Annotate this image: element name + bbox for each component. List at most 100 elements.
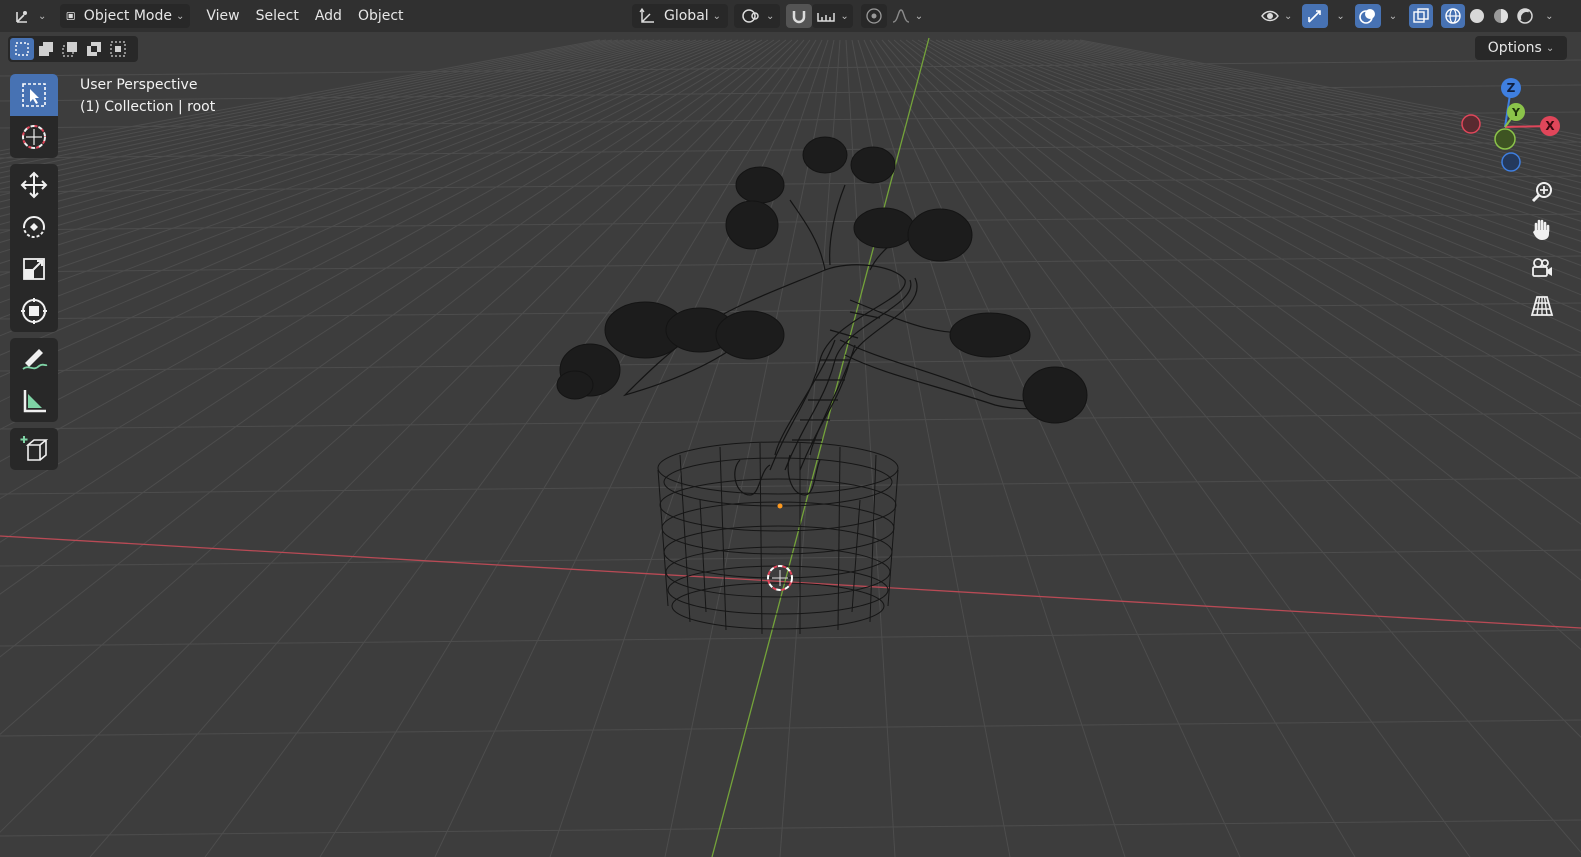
snap-toggle[interactable] — [786, 4, 813, 28]
neg-y-axis-handle[interactable] — [1494, 128, 1516, 150]
chevron-down-icon: ⌄ — [1388, 10, 1398, 22]
measure-tool[interactable] — [10, 380, 58, 422]
overlays-options-dropdown[interactable]: ⌄ — [1381, 4, 1401, 28]
falloff-curve-icon — [892, 9, 909, 23]
select-box-icon — [22, 83, 46, 107]
overlays-toggle[interactable] — [1354, 4, 1381, 28]
3d-viewport[interactable] — [0, 0, 1581, 857]
chevron-down-icon: ⌄ — [840, 10, 849, 22]
editor-type-button[interactable]: ⌄ — [8, 4, 52, 28]
transform-tool[interactable] — [10, 290, 58, 332]
proportional-editing-toggle[interactable] — [860, 4, 887, 28]
object-mode-dropdown[interactable]: Object Mode ⌄ — [60, 4, 191, 28]
select-intersect-button[interactable] — [106, 38, 130, 60]
perspective-toggle-button[interactable] — [1526, 290, 1558, 322]
select-extend-icon — [39, 42, 53, 56]
mode-label: Object Mode — [83, 8, 172, 24]
axis-editor-icon — [16, 11, 27, 23]
gizmo-icon — [1308, 10, 1322, 23]
shading-options-dropdown[interactable]: ⌄ — [1537, 4, 1557, 28]
collection-info: (1) Collection | root — [80, 99, 216, 115]
select-subtract-icon — [62, 42, 77, 57]
camera-icon — [1532, 258, 1552, 277]
z-axis-label: Z — [1507, 81, 1516, 95]
add-cube-icon — [20, 436, 49, 461]
select-new-button[interactable] — [10, 38, 34, 60]
proportional-edit-icon — [866, 8, 882, 24]
viewport-info: User Perspective (1) Collection | root — [80, 74, 215, 118]
neg-z-axis-handle[interactable] — [1501, 152, 1521, 172]
tool-group-transform — [10, 164, 58, 332]
options-dropdown[interactable]: Options ⌄ — [1475, 36, 1567, 60]
gizmo-options-dropdown[interactable]: ⌄ — [1328, 4, 1348, 28]
chevron-down-icon: ⌄ — [176, 10, 185, 22]
move-icon — [20, 171, 48, 199]
tool-group-annotate — [10, 338, 58, 422]
orientation-label: Global — [664, 8, 709, 24]
object-mode-icon — [67, 11, 76, 21]
select-new-icon — [15, 42, 29, 56]
pivot-point-dropdown[interactable]: ⌄ — [734, 4, 781, 28]
navigation-gizmo[interactable]: Z Y X — [1455, 72, 1570, 180]
select-difference-button[interactable] — [82, 38, 106, 60]
transform-orientation-icon — [639, 7, 654, 23]
measure-ruler-icon — [23, 390, 46, 413]
tool-group-select — [10, 74, 58, 158]
transform-orientation-dropdown[interactable]: Global ⌄ — [632, 4, 728, 28]
viewport-header: ⌄ Object Mode ⌄ View Select Add Object G… — [0, 0, 1581, 32]
pan-button[interactable] — [1526, 214, 1558, 246]
zoom-magnifier-icon — [1531, 182, 1552, 203]
selection-mode-group — [8, 36, 138, 62]
select-difference-icon — [87, 42, 101, 56]
solid-shading-button[interactable] — [1465, 4, 1489, 28]
transform-icon — [21, 298, 47, 324]
chevron-down-icon: ⌄ — [766, 10, 775, 22]
menu-add[interactable]: Add — [307, 4, 350, 28]
pivot-icon — [742, 9, 759, 23]
menu-view[interactable]: View — [198, 4, 247, 28]
y-axis-label: Y — [1511, 106, 1521, 119]
chevron-down-icon: ⌄ — [1545, 42, 1555, 54]
snap-target-dropdown[interactable]: ⌄ — [812, 4, 853, 28]
menu-select[interactable]: Select — [248, 4, 307, 28]
chevron-down-icon: ⌄ — [1545, 10, 1554, 22]
proportional-falloff-dropdown[interactable]: ⌄ — [887, 4, 927, 28]
camera-view-button[interactable] — [1526, 252, 1558, 284]
chevron-down-icon: ⌄ — [712, 10, 722, 22]
xray-icon — [1413, 8, 1429, 23]
overlay-icon — [1358, 9, 1375, 24]
scale-tool[interactable] — [10, 248, 58, 290]
wireframe-shading-button[interactable] — [1441, 4, 1466, 28]
chevron-down-icon: ⌄ — [914, 10, 924, 22]
chevron-down-icon: ⌄ — [1284, 10, 1293, 22]
view-name: User Perspective — [80, 77, 198, 93]
object-origin — [777, 503, 783, 509]
move-tool[interactable] — [10, 164, 58, 206]
navigation-buttons — [1526, 176, 1562, 328]
xray-toggle[interactable] — [1409, 4, 1434, 28]
select-extend-button[interactable] — [34, 38, 58, 60]
rendered-shading-button[interactable] — [1513, 4, 1537, 28]
x-axis-label: X — [1545, 119, 1555, 133]
annotate-tool[interactable] — [10, 338, 58, 380]
menu-object[interactable]: Object — [350, 4, 412, 28]
select-subtract-button[interactable] — [58, 38, 82, 60]
cursor-icon — [22, 125, 46, 149]
zoom-button[interactable] — [1526, 176, 1558, 208]
object-visibility-dropdown[interactable]: ⌄ — [1256, 4, 1296, 28]
tool-group-add — [10, 428, 58, 470]
cursor-tool[interactable] — [10, 116, 58, 158]
neg-x-axis-handle[interactable] — [1461, 114, 1481, 134]
wireframe-shading-icon — [1445, 8, 1461, 24]
add-cube-tool[interactable] — [10, 428, 58, 470]
material-shading-button[interactable] — [1489, 4, 1513, 28]
rotate-tool[interactable] — [10, 206, 58, 248]
solid-shading-icon — [1470, 9, 1485, 23]
rotate-icon — [23, 216, 45, 238]
gizmo-toggle[interactable] — [1302, 4, 1329, 28]
scale-icon — [23, 258, 45, 280]
material-shading-icon — [1494, 9, 1509, 23]
select-box-tool[interactable] — [10, 74, 58, 116]
snap-magnet-icon — [793, 11, 806, 24]
options-label: Options — [1487, 40, 1542, 56]
